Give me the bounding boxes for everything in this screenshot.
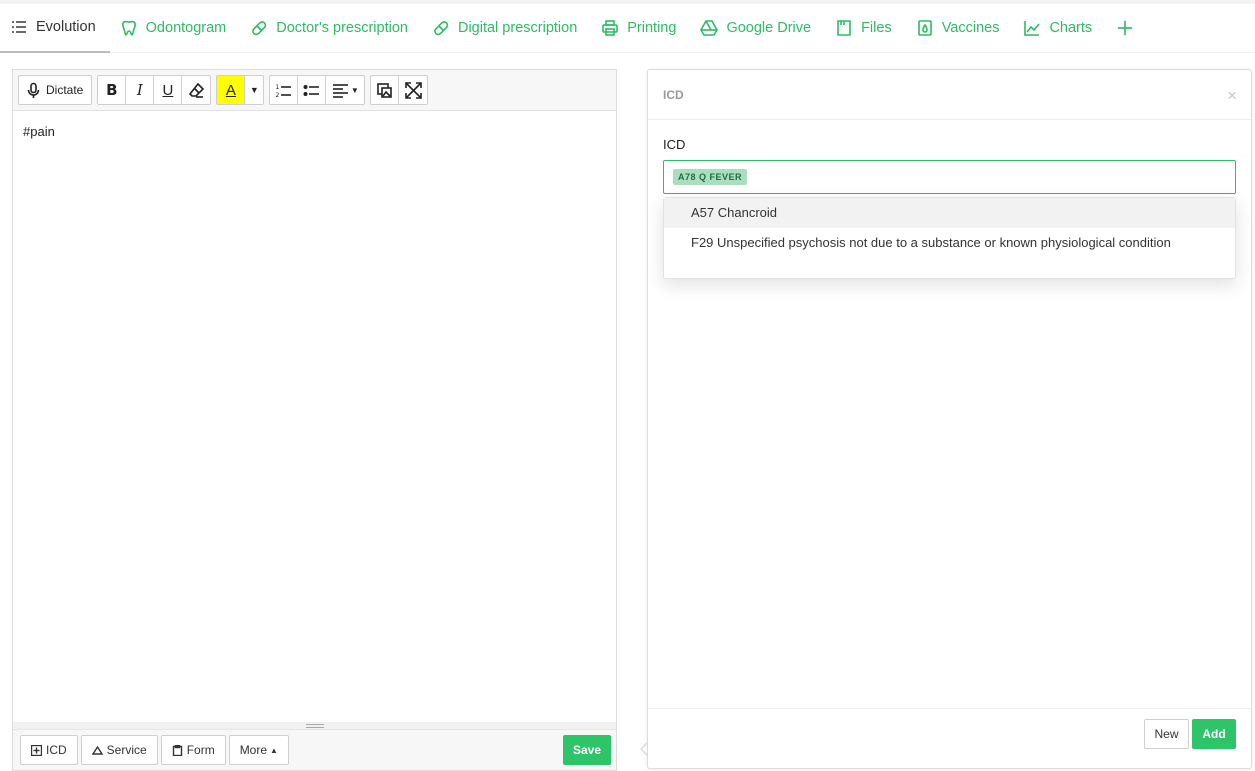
plus-square-icon (31, 744, 42, 756)
evolution-editor: Dictate B I U A ▼ 12 ▼ #pain ICD Service… (12, 69, 617, 771)
highlight-group: A ▼ (216, 75, 265, 105)
highlight-color-button[interactable]: A (217, 76, 246, 104)
modal-header: ICD (648, 70, 1251, 120)
vaccine-icon (916, 19, 934, 37)
tab-label: Google Drive (726, 20, 812, 36)
italic-button[interactable]: I (126, 76, 155, 104)
form-button[interactable]: Form (160, 735, 226, 765)
list-group: 12 ▼ (269, 75, 366, 105)
new-button[interactable]: New (1144, 719, 1189, 749)
tab-charts[interactable]: Charts (1013, 4, 1106, 53)
tab-label: Vaccines (941, 20, 1000, 36)
bold-button[interactable]: B (98, 76, 127, 104)
microphone-icon (27, 82, 40, 98)
modal-title: ICD (663, 87, 684, 102)
pill-icon (432, 19, 450, 37)
save-button[interactable]: Save (563, 735, 611, 765)
tab-label: Charts (1049, 20, 1093, 36)
suggestion-item[interactable]: A57 Chancroid (664, 198, 1235, 228)
image-icon (377, 82, 393, 98)
pill-icon (250, 19, 268, 37)
tab-odontogram[interactable]: Odontogram (110, 4, 241, 53)
highlight-dropdown-button[interactable]: ▼ (245, 76, 263, 104)
tab-label: Evolution (36, 19, 96, 35)
editor-footer: ICD Service Form More ▲ Save (13, 729, 616, 770)
icd-modal: ICD × ICD A78 Q FEVER A57 Chancroid F29 … (647, 69, 1252, 769)
form-label: Form (186, 743, 215, 757)
format-group: B I U (97, 75, 212, 105)
file-icon (835, 19, 853, 37)
svg-text:2: 2 (276, 92, 280, 99)
suggestion-item[interactable]: F29 Unspecified psychosis not due to a s… (664, 228, 1235, 258)
bullet-list-icon (303, 84, 320, 96)
align-dropdown-button[interactable]: ▼ (326, 76, 364, 104)
clear-format-button[interactable] (182, 76, 210, 104)
underline-button[interactable]: U (154, 76, 183, 104)
view-group (370, 75, 429, 105)
tab-doctors-prescription[interactable]: Doctor's prescription (240, 4, 422, 53)
tab-digital-prescription[interactable]: Digital prescription (422, 4, 591, 53)
icd-label: ICD (46, 743, 67, 757)
tab-vaccines[interactable]: Vaccines (906, 4, 1014, 53)
dictate-label: Dictate (46, 83, 84, 97)
icd-field-label: ICD (663, 137, 686, 152)
ordered-list-button[interactable]: 12 (270, 76, 299, 104)
more-label: More (239, 743, 268, 757)
icd-input[interactable]: A78 Q FEVER (663, 160, 1236, 194)
editor-toolbar: Dictate B I U A ▼ 12 ▼ (13, 70, 616, 111)
tooth-icon (120, 19, 138, 37)
expand-icon (405, 81, 422, 99)
add-tab-button[interactable] (1106, 4, 1152, 53)
ordered-list-icon: 12 (276, 84, 292, 99)
chart-icon (1023, 19, 1041, 37)
close-icon[interactable]: × (1227, 87, 1237, 104)
dictate-button[interactable]: Dictate (19, 76, 91, 104)
caret-down-icon: ▼ (249, 85, 259, 95)
icd-suggestions: A57 Chancroid F29 Unspecified psychosis … (663, 197, 1236, 279)
icd-button[interactable]: ICD (20, 735, 78, 765)
selected-icd-tag[interactable]: A78 Q FEVER (673, 169, 748, 185)
google-drive-icon (700, 19, 719, 37)
tab-label: Files (861, 20, 892, 36)
service-icon (91, 745, 103, 755)
tab-label: Doctor's prescription (276, 20, 408, 36)
svg-text:1: 1 (276, 84, 280, 91)
service-button[interactable]: Service (80, 735, 158, 765)
tab-google-drive[interactable]: Google Drive (690, 4, 825, 53)
printer-icon (601, 19, 619, 37)
tab-label: Digital prescription (457, 20, 578, 36)
add-button[interactable]: Add (1192, 719, 1236, 749)
eraser-icon (188, 82, 204, 98)
caret-up-icon: ▲ (270, 745, 278, 755)
fullscreen-button[interactable] (399, 76, 427, 104)
tab-evolution[interactable]: Evolution (0, 4, 110, 53)
modal-footer: New Add (648, 708, 1251, 768)
list-icon (10, 18, 28, 36)
more-button[interactable]: More ▲ (228, 735, 289, 765)
tab-printing[interactable]: Printing (591, 4, 690, 53)
image-button[interactable] (371, 76, 400, 104)
editor-content[interactable]: #pain (13, 111, 616, 152)
dictate-group: Dictate (18, 75, 93, 105)
service-label: Service (106, 743, 147, 757)
tab-files[interactable]: Files (825, 4, 906, 53)
clipboard-icon (172, 744, 182, 756)
tab-label: Printing (627, 20, 677, 36)
plus-icon (1116, 19, 1134, 37)
bullet-list-button[interactable] (298, 76, 327, 104)
caret-down-icon: ▼ (350, 85, 359, 95)
align-left-icon (332, 83, 348, 98)
tab-bar: Evolution Odontogram Doctor's prescripti… (0, 4, 1255, 53)
tab-label: Odontogram (145, 20, 227, 36)
